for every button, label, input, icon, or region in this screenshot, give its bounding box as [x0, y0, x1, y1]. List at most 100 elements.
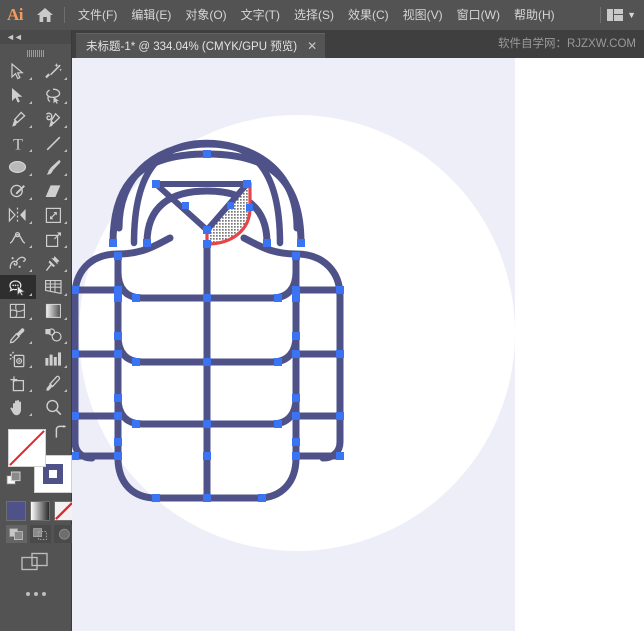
panel-grip-handle[interactable]: [0, 44, 71, 59]
artboard-tool[interactable]: [0, 371, 36, 395]
tool-row: [0, 227, 71, 251]
tools-panel: ◄◄: [0, 30, 72, 631]
direct-selection-tool[interactable]: [0, 83, 36, 107]
menu-file[interactable]: 文件(F): [71, 0, 124, 30]
gradient-tool[interactable]: [36, 299, 72, 323]
eyedropper-tool[interactable]: [0, 323, 36, 347]
shaper-tool[interactable]: [0, 179, 36, 203]
document-tab[interactable]: 未标题-1* @ 334.04% (CMYK/GPU 预览) ✕: [76, 33, 325, 58]
chevron-double-left-icon: ◄◄: [6, 32, 22, 42]
more-dot: [42, 592, 46, 596]
zoom-tool[interactable]: [36, 395, 72, 419]
menu-type[interactable]: 文字(T): [234, 0, 287, 30]
menu-effect[interactable]: 效果(C): [341, 0, 396, 30]
more-dot: [34, 592, 38, 596]
curvature-tool[interactable]: [36, 107, 72, 131]
shape-builder-tool[interactable]: [0, 275, 36, 299]
tool-row: [0, 107, 71, 131]
symbol-sprayer-tool[interactable]: [0, 251, 36, 275]
scale-tool[interactable]: [36, 203, 72, 227]
tool-flyout-indicator: [29, 77, 32, 80]
tool-flyout-indicator: [64, 197, 67, 200]
symbol-tool[interactable]: [0, 347, 36, 371]
tool-flyout-indicator: [29, 101, 32, 104]
mesh-tool[interactable]: [0, 299, 36, 323]
color-mode-color[interactable]: [6, 501, 26, 521]
line-segment-tool[interactable]: [36, 131, 72, 155]
tool-flyout-indicator: [64, 389, 67, 392]
home-icon[interactable]: [30, 0, 60, 30]
tool-flyout-indicator: [64, 173, 67, 176]
width-tool[interactable]: [0, 227, 36, 251]
more-tools-button[interactable]: [0, 581, 72, 607]
tool-row: [0, 347, 71, 371]
lasso-tool[interactable]: [36, 83, 72, 107]
reflect-tool[interactable]: [0, 203, 36, 227]
menu-object[interactable]: 对象(O): [178, 0, 233, 30]
tool-flyout-indicator: [29, 317, 32, 320]
fill-stroke-swatches: [0, 423, 72, 501]
more-dot: [26, 592, 30, 596]
tool-flyout-indicator: [64, 221, 67, 224]
tool-flyout-indicator: [64, 125, 67, 128]
tool-row: T: [0, 131, 71, 155]
close-icon[interactable]: ✕: [305, 40, 319, 52]
tool-flyout-indicator: [29, 389, 32, 392]
tool-row: [0, 395, 71, 419]
pen-tool[interactable]: [0, 107, 36, 131]
chevron-down-icon: ▼: [627, 11, 636, 20]
tool-flyout-indicator: [64, 341, 67, 344]
tool-flyout-indicator: [29, 173, 32, 176]
tool-row: [0, 59, 71, 83]
color-mode-gradient[interactable]: [30, 501, 50, 521]
tool-row: [0, 371, 71, 395]
eraser-tool[interactable]: [36, 179, 72, 203]
column-graph-tool[interactable]: [36, 347, 72, 371]
draw-behind-mode[interactable]: [30, 525, 51, 543]
document-tab-title: 未标题-1* @ 334.04% (CMYK/GPU 预览): [86, 38, 297, 54]
default-fill-stroke-icon[interactable]: [6, 471, 23, 492]
tool-flyout-indicator: [29, 125, 32, 128]
tool-row: [0, 251, 71, 275]
menu-window[interactable]: 窗口(W): [450, 0, 507, 30]
color-mode-none[interactable]: [54, 501, 74, 521]
workspace-switcher[interactable]: ▼: [607, 9, 644, 21]
blend-tool[interactable]: [36, 323, 72, 347]
menu-edit[interactable]: 编辑(E): [124, 0, 178, 30]
tool-row: [0, 299, 71, 323]
paintbrush-tool[interactable]: [36, 155, 72, 179]
magic-wand-tool[interactable]: [36, 59, 72, 83]
menu-bar: Ai 文件(F) 编辑(E) 对象(O) 文字(T) 选择(S) 效果(C) 视…: [0, 0, 644, 30]
tool-flyout-indicator: [64, 317, 67, 320]
tool-flyout-indicator: [29, 221, 32, 224]
tool-grid: T: [0, 59, 71, 419]
slice-tool[interactable]: [36, 371, 72, 395]
draw-normal-mode[interactable]: [6, 525, 27, 543]
tool-row: [0, 323, 71, 347]
tool-flyout-indicator: [64, 269, 67, 272]
tool-flyout-indicator: [64, 101, 67, 104]
tool-flyout-indicator: [64, 365, 67, 368]
perspective-grid-tool[interactable]: [36, 275, 72, 299]
pushpin-tool[interactable]: [36, 251, 72, 275]
menu-help[interactable]: 帮助(H): [507, 0, 562, 30]
type-tool[interactable]: T: [0, 131, 36, 155]
ellipse-tool[interactable]: [0, 155, 36, 179]
tool-flyout-indicator: [64, 77, 67, 80]
free-transform-tool[interactable]: [36, 227, 72, 251]
none-slash-icon: [9, 430, 45, 466]
hand-tool[interactable]: [0, 395, 36, 419]
canvas-area[interactable]: [72, 58, 644, 631]
watermark-text: 软件自学网：RJZXW.COM: [498, 30, 636, 58]
tool-flyout-indicator: [29, 293, 32, 296]
tool-flyout-indicator: [29, 149, 32, 152]
collapse-panel-button[interactable]: ◄◄: [0, 30, 71, 44]
fill-swatch[interactable]: [8, 429, 46, 467]
screen-mode-button[interactable]: [0, 547, 72, 581]
stroke-color-indicator: [43, 464, 63, 484]
puffer-jacket-illustration[interactable]: [72, 58, 644, 631]
menu-view[interactable]: 视图(V): [396, 0, 450, 30]
selection-tool[interactable]: [0, 59, 36, 83]
menu-select[interactable]: 选择(S): [287, 0, 341, 30]
swap-fill-stroke-icon[interactable]: [53, 425, 68, 441]
